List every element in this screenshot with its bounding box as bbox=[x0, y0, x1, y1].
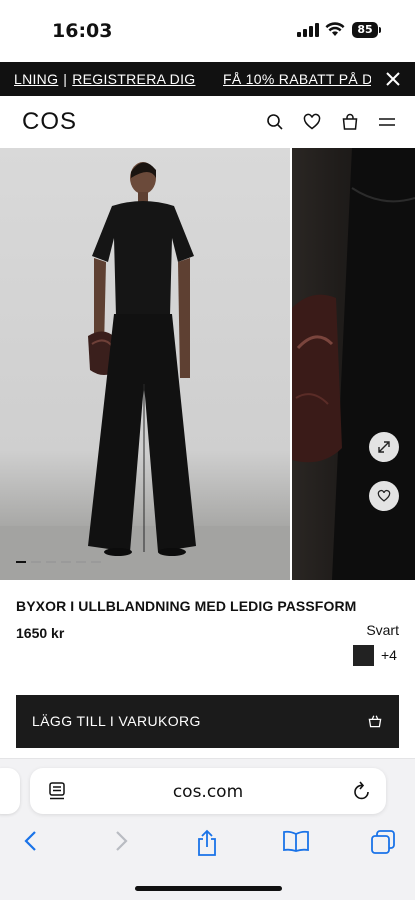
pagination-dot[interactable] bbox=[16, 561, 26, 563]
status-bar: 16:03 85 bbox=[0, 0, 415, 62]
product-image-main[interactable] bbox=[0, 148, 290, 580]
close-icon bbox=[386, 72, 400, 86]
status-time: 16:03 bbox=[52, 20, 113, 42]
cos-logo[interactable]: COS bbox=[22, 108, 77, 136]
pagination-dot[interactable] bbox=[61, 561, 71, 563]
wifi-icon bbox=[325, 22, 345, 36]
tabs-icon[interactable] bbox=[370, 829, 396, 855]
promo-account-links: LNING | REGISTRERA DIG bbox=[14, 71, 195, 87]
product-price: 1650 kr bbox=[16, 625, 65, 641]
bag-icon[interactable] bbox=[340, 112, 360, 132]
share-icon[interactable] bbox=[195, 829, 219, 857]
bookmarks-icon[interactable] bbox=[282, 829, 310, 853]
promo-banner: LNING | REGISTRERA DIG FÅ 10% RABATT PÅ D bbox=[0, 62, 415, 96]
colour-name: Svart bbox=[366, 622, 399, 638]
product-title: BYXOR I ULLBLANDNING MED LEDIG PASSFORM bbox=[16, 598, 357, 614]
forward-icon[interactable] bbox=[112, 829, 130, 853]
url-text[interactable]: cos.com bbox=[30, 782, 386, 802]
menu-icon[interactable] bbox=[377, 112, 397, 132]
promo-register-link[interactable]: REGISTRERA DIG bbox=[72, 71, 195, 87]
site-header: COS bbox=[0, 96, 415, 148]
pagination-dot[interactable] bbox=[31, 561, 41, 563]
battery-tip bbox=[379, 27, 381, 33]
promo-login-link[interactable]: LNING bbox=[14, 71, 58, 87]
bag-icon bbox=[368, 715, 382, 728]
signal-icon bbox=[297, 23, 319, 37]
heart-icon[interactable] bbox=[302, 112, 322, 132]
pagination-dot[interactable] bbox=[46, 561, 56, 563]
battery-indicator: 85 bbox=[352, 22, 378, 38]
pagination-dot[interactable] bbox=[76, 561, 86, 563]
product-image-detail[interactable] bbox=[292, 148, 415, 580]
previous-tab-preview[interactable] bbox=[0, 768, 20, 814]
detail-photo bbox=[292, 148, 415, 580]
add-to-cart-button[interactable]: LÄGG TILL I VARUKORG bbox=[16, 695, 399, 748]
colour-swatch-black[interactable] bbox=[353, 645, 374, 666]
model-photo bbox=[0, 162, 290, 580]
heart-icon bbox=[377, 489, 391, 502]
promo-close-button[interactable] bbox=[371, 62, 415, 96]
gallery-pagination bbox=[16, 561, 106, 564]
expand-image-button[interactable] bbox=[369, 432, 399, 462]
reload-icon[interactable] bbox=[352, 780, 372, 802]
add-to-cart-label: LÄGG TILL I VARUKORG bbox=[32, 713, 201, 729]
wishlist-button[interactable] bbox=[369, 481, 399, 511]
back-icon[interactable] bbox=[22, 829, 40, 853]
product-gallery[interactable] bbox=[0, 148, 415, 580]
expand-icon bbox=[378, 441, 390, 453]
home-indicator bbox=[135, 886, 282, 891]
pagination-dot[interactable] bbox=[91, 561, 101, 563]
address-bar[interactable]: cos.com bbox=[30, 768, 386, 814]
search-icon[interactable] bbox=[265, 112, 285, 132]
browser-chrome: cos.com bbox=[0, 758, 415, 900]
more-colours-link[interactable]: +4 bbox=[381, 647, 397, 663]
promo-separator: | bbox=[63, 71, 68, 87]
promo-offer-link[interactable]: FÅ 10% RABATT PÅ D bbox=[223, 71, 373, 87]
